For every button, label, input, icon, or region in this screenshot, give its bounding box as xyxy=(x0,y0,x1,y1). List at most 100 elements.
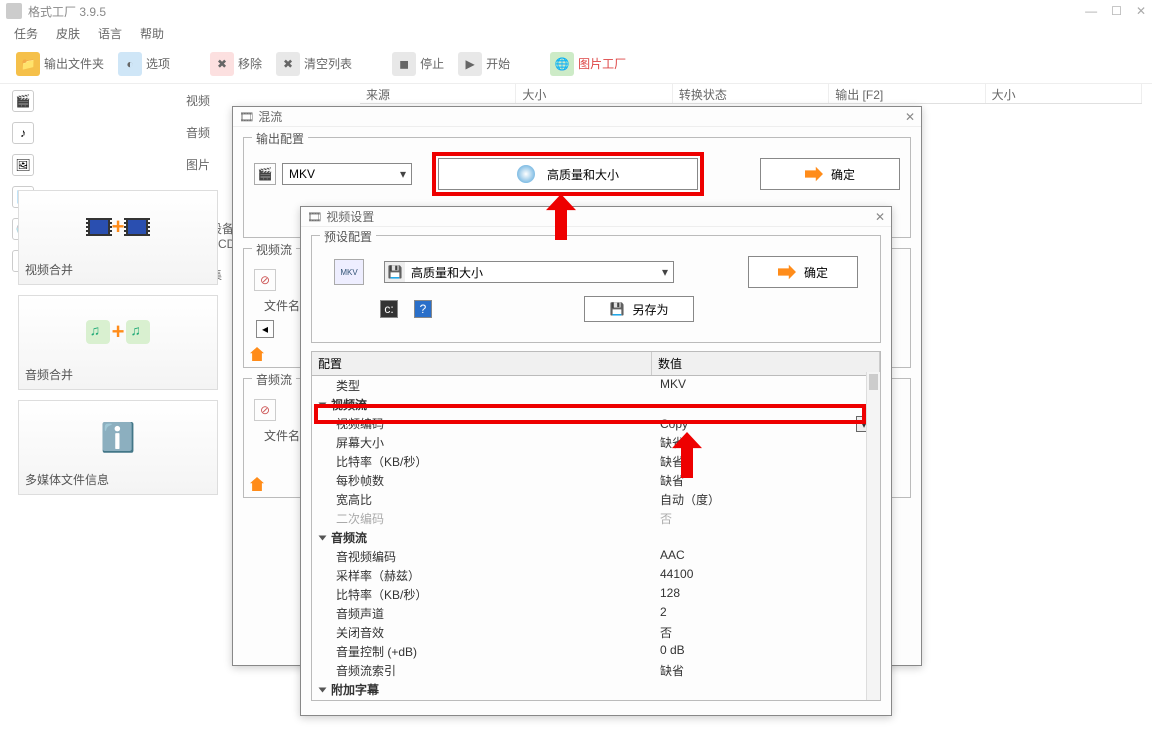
pic-factory-button[interactable]: 🌐 图片工厂 xyxy=(546,50,630,78)
table-row[interactable]: 宽高比自动（度） xyxy=(312,490,880,509)
audio-file-icon[interactable]: ⊘ xyxy=(254,399,276,421)
col-source[interactable]: 来源 xyxy=(360,84,516,103)
cmd-icon[interactable]: c: xyxy=(380,300,398,318)
table-row[interactable]: 比特率（KB/秒）缺省 xyxy=(312,452,880,471)
audio-merge-card[interactable]: + 音频合并 xyxy=(18,295,218,390)
col-size[interactable]: 大小 xyxy=(516,84,672,103)
home-icon[interactable] xyxy=(250,347,264,361)
video-settings-close[interactable]: ✕ xyxy=(875,210,885,224)
quality-button[interactable]: 高质量和大小 xyxy=(438,158,698,190)
table-row[interactable]: 音频声道2 xyxy=(312,604,880,623)
media-info-card[interactable]: ℹ️ 多媒体文件信息 xyxy=(18,400,218,495)
window-minimize[interactable]: — xyxy=(1085,4,1097,18)
start-button[interactable]: ▶ 开始 xyxy=(454,50,514,78)
remove-button[interactable]: ✖ 移除 xyxy=(206,50,266,78)
table-scrollbar[interactable] xyxy=(866,372,880,700)
video-stream-legend: 视频流 xyxy=(252,241,296,258)
window-maximize[interactable]: ☐ xyxy=(1111,4,1122,18)
remove-label: 移除 xyxy=(238,55,262,72)
preset-value: 高质量和大小 xyxy=(405,264,657,281)
save-icon: 💾 xyxy=(610,302,625,316)
settings-ok-button[interactable]: 确定 xyxy=(748,256,858,288)
clear-list-button[interactable]: ✖ 清空列表 xyxy=(272,50,356,78)
video-icon[interactable]: 🎬 xyxy=(12,90,34,112)
picture-icon[interactable]: 🖼 xyxy=(12,154,34,176)
table-row[interactable]: 关闭音效否 xyxy=(312,623,880,642)
output-folder-label: 输出文件夹 xyxy=(44,55,104,72)
preset-combo[interactable]: 💾 高质量和大小 ▾ xyxy=(384,261,674,283)
menu-skin[interactable]: 皮肤 xyxy=(56,25,80,42)
col-value[interactable]: 数值 xyxy=(652,352,880,375)
format-combo[interactable]: MKV ▾ xyxy=(282,163,412,185)
audio-filename-label: 文件名 xyxy=(264,427,304,444)
list-columns-header: 来源 大小 转换状态 输出 [F2] 大小 xyxy=(360,84,1142,104)
table-row[interactable]: 音量控制 (+dB)0 dB xyxy=(312,642,880,661)
start-label: 开始 xyxy=(486,55,510,72)
toolbar: 📁 输出文件夹 ◐ 选项 ✖ 移除 ✖ 清空列表 ◼ 停止 ▶ 开始 🌐 图片工… xyxy=(0,44,1152,84)
output-config-legend: 输出配置 xyxy=(252,130,308,147)
table-row[interactable]: 每秒帧数缺省 xyxy=(312,471,880,490)
video-file-icon[interactable]: ⊘ xyxy=(254,269,276,291)
settings-ok-label: 确定 xyxy=(804,264,828,281)
options-label: 选项 xyxy=(146,55,170,72)
chevron-down-icon: ▾ xyxy=(657,265,673,279)
window-close[interactable]: ✕ xyxy=(1136,4,1146,18)
table-section: 视频流 xyxy=(312,395,880,414)
audio-icon[interactable]: ♪ xyxy=(12,122,34,144)
col-size2[interactable]: 大小 xyxy=(986,84,1142,103)
col-status[interactable]: 转换状态 xyxy=(673,84,829,103)
arrow-right-icon xyxy=(778,263,796,281)
format-value: MKV xyxy=(283,167,395,181)
audio-merge-label: 音频合并 xyxy=(25,366,211,383)
table-section: 音频流 xyxy=(312,528,880,547)
options-button[interactable]: ◐ 选项 xyxy=(114,50,174,78)
table-row[interactable]: 音视频编码AAC xyxy=(312,547,880,566)
tool-cards: + 视频合并 + 音频合并 ℹ️ 多媒体文件信息 xyxy=(18,190,218,495)
menu-help[interactable]: 帮助 xyxy=(140,25,164,42)
mux-dialog-close[interactable]: ✕ xyxy=(905,110,915,124)
table-row[interactable]: 屏幕大小缺省 xyxy=(312,433,880,452)
table-row[interactable]: 二次编码否 xyxy=(312,509,880,528)
col-output[interactable]: 输出 [F2] xyxy=(829,84,985,103)
video-merge-card[interactable]: + 视频合并 xyxy=(18,190,218,285)
stop-label: 停止 xyxy=(420,55,444,72)
table-row[interactable]: 采样率（赫兹）44100 xyxy=(312,566,880,585)
table-row[interactable]: 比特率（KB/秒）128 xyxy=(312,585,880,604)
app-icon xyxy=(6,3,22,19)
menu-language[interactable]: 语言 xyxy=(98,25,122,42)
audio-stream-legend: 音频流 xyxy=(252,371,296,388)
cat-picture[interactable]: 图片 xyxy=(186,156,235,173)
output-folder-button[interactable]: 📁 输出文件夹 xyxy=(12,50,108,78)
arrow-right-icon xyxy=(805,165,823,183)
mux-ok-button[interactable]: 确定 xyxy=(760,158,900,190)
table-row[interactable]: 视频编码Copy▾ xyxy=(312,414,880,433)
cat-audio[interactable]: 音频 xyxy=(186,124,235,141)
col-setting[interactable]: 配置 xyxy=(312,352,652,375)
menu-bar: 任务 皮肤 语言 帮助 xyxy=(0,22,1152,44)
video-settings-dialog: 🎞 视频设置 ✕ 预设配置 MKV 💾 高质量和大小 ▾ 确定 c: ? 💾 xyxy=(300,206,892,716)
cat-video[interactable]: 视频 xyxy=(186,92,235,109)
video-settings-title: 视频设置 xyxy=(326,208,374,225)
stop-button[interactable]: ◼ 停止 xyxy=(388,50,448,78)
table-row[interactable]: 类型自动 xyxy=(312,699,880,701)
mux-dialog-title: 混流 xyxy=(258,108,282,125)
home-icon[interactable] xyxy=(250,477,264,491)
table-row[interactable]: 音频流索引缺省 xyxy=(312,661,880,680)
app-title: 格式工厂 3.9.5 xyxy=(28,3,106,20)
video-filename-label: 文件名 xyxy=(264,297,304,314)
mkv-icon: MKV xyxy=(334,259,364,285)
help-icon[interactable]: ? xyxy=(414,300,432,318)
chevron-down-icon: ▾ xyxy=(395,167,411,181)
preset-icon: 💾 xyxy=(385,262,405,282)
media-info-label: 多媒体文件信息 xyxy=(25,471,211,488)
save-as-label: 另存为 xyxy=(632,301,668,318)
clear-list-label: 清空列表 xyxy=(304,55,352,72)
title-bar: 格式工厂 3.9.5 — ☐ ✕ xyxy=(0,0,1152,22)
table-row[interactable]: 类型MKV xyxy=(312,376,880,395)
video-prev-button[interactable]: ◂ xyxy=(256,320,274,338)
preset-legend: 预设配置 xyxy=(320,228,376,245)
menu-task[interactable]: 任务 xyxy=(14,25,38,42)
mux-ok-label: 确定 xyxy=(831,166,855,183)
save-as-button[interactable]: 💾 另存为 xyxy=(584,296,694,322)
quality-label: 高质量和大小 xyxy=(547,166,619,183)
